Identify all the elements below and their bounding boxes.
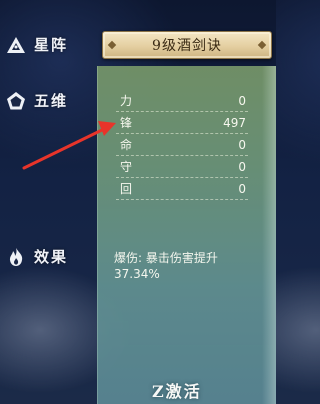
stat-row-feng: 锋 497	[116, 112, 248, 134]
stat-value: 0	[238, 159, 246, 174]
effect-line-1: 爆伤: 暴击伤害提升	[114, 251, 218, 265]
stat-value: 497	[223, 115, 246, 130]
skill-title-label: 9级酒剑诀	[152, 38, 222, 54]
menu-item-wuwei[interactable]: 五维	[6, 90, 68, 111]
menu-label-xiaoguo: 效果	[34, 248, 69, 266]
stat-row-ming: 命 0	[116, 134, 248, 156]
skill-title-button[interactable]: 9级酒剑诀	[102, 31, 272, 59]
stat-row-li: 力 0	[116, 90, 248, 112]
menu-item-xiaoguo[interactable]: 效果	[6, 246, 68, 267]
panel-sheen	[262, 66, 276, 404]
stat-value: 0	[238, 137, 246, 152]
effect-line-2: 37.34%	[114, 267, 160, 281]
stat-label: 锋	[120, 116, 133, 130]
menu-item-xingzhen[interactable]: 星阵	[6, 34, 68, 55]
pentagon-icon	[6, 91, 26, 111]
flame-icon	[6, 247, 26, 267]
stat-label: 力	[120, 94, 133, 108]
stat-row-shou: 守 0	[116, 156, 248, 178]
stats-table: 力 0 锋 497 命 0 守 0 回 0	[116, 90, 248, 200]
stat-label: 守	[120, 160, 133, 174]
effect-description: 爆伤: 暴击伤害提升 37.34%	[114, 250, 264, 282]
triangle-constellation-icon	[6, 35, 26, 55]
stat-label: 命	[120, 138, 133, 152]
menu-label-xingzhen: 星阵	[34, 36, 69, 54]
stat-label: 回	[120, 182, 133, 196]
stat-value: 0	[238, 93, 246, 108]
stat-row-hui: 回 0	[116, 178, 248, 200]
menu-label-wuwei: 五维	[34, 92, 69, 110]
activate-button[interactable]: Z激活	[152, 378, 202, 402]
stat-value: 0	[238, 181, 246, 196]
